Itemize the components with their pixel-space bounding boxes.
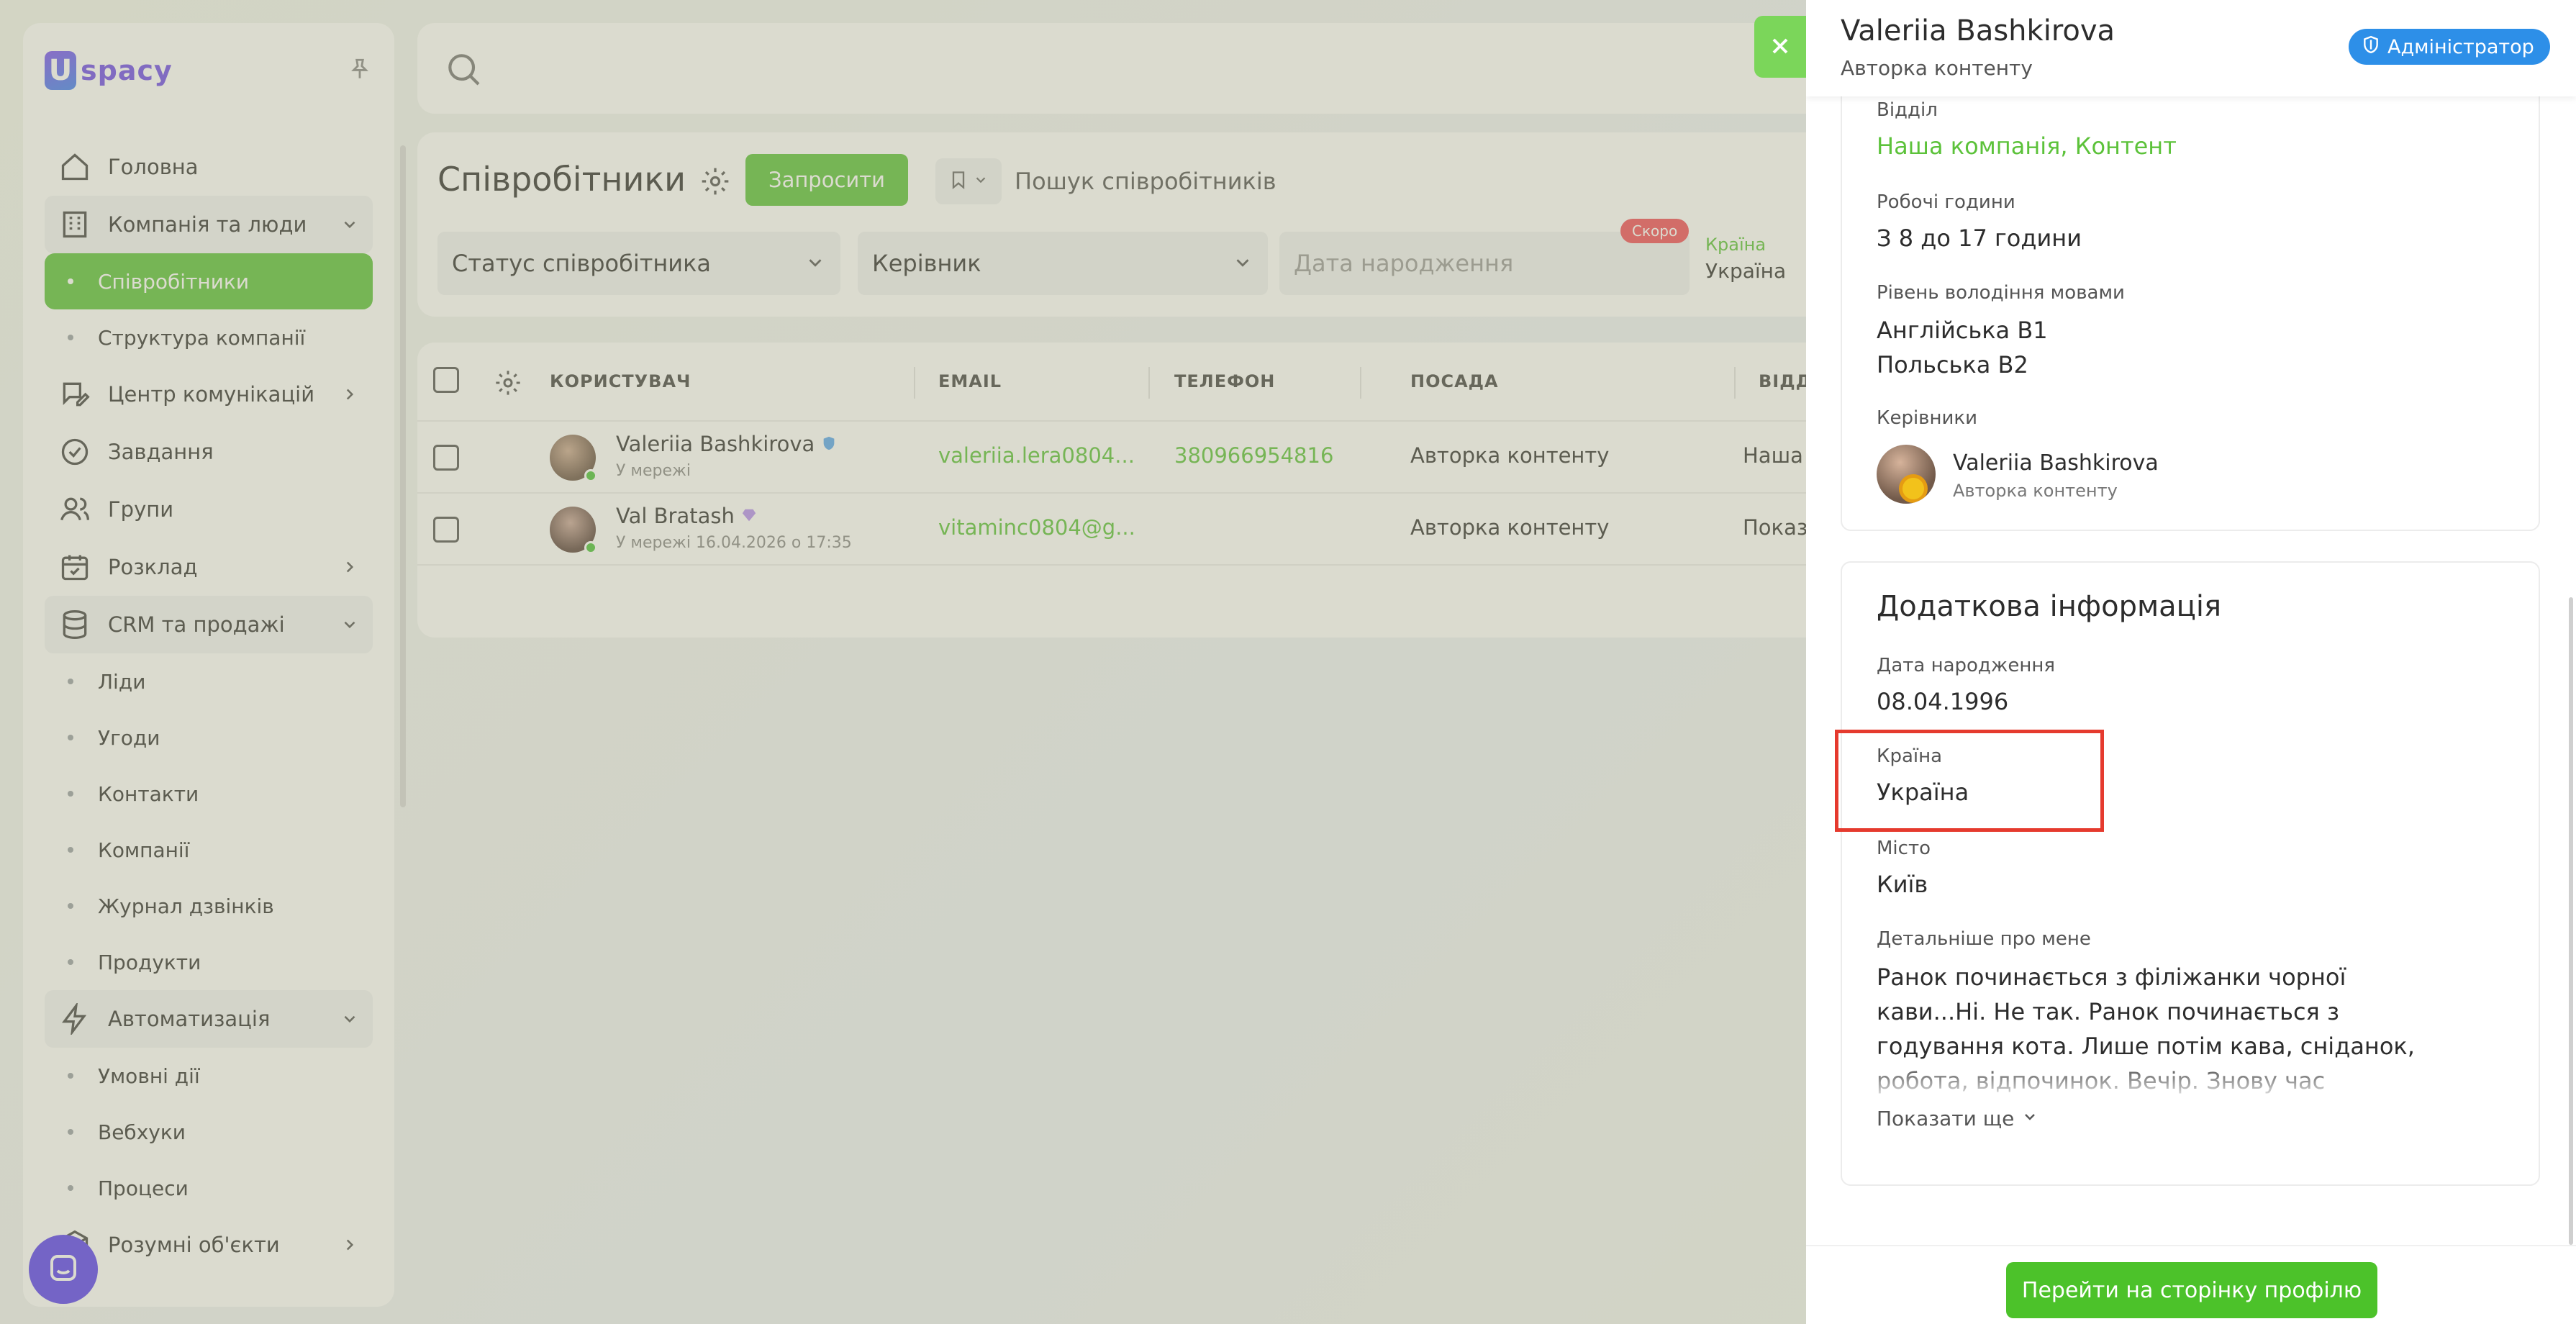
manager-avatar [1877,445,1936,504]
admin-badge-label: Адміністратор [2387,35,2534,58]
city-value: Київ [1877,871,1928,898]
manager-name: Valeriia Bashkirova [1953,450,2159,476]
hours-value: З 8 до 17 години [1877,225,2082,252]
go-to-profile-button[interactable]: Перейти на сторінку профілю [2006,1262,2377,1318]
hours-label: Робочі години [1877,191,2015,213]
profile-drawer: Valeriia Bashkirova Авторка контенту Адм… [1806,0,2576,1324]
close-drawer-button[interactable] [1754,16,1806,78]
managers-label: Керівники [1877,407,1978,429]
birthdate-value: 08.04.1996 [1877,688,2009,715]
drawer-footer: Перейти на сторінку профілю [1806,1245,2576,1324]
close-icon [1767,33,1793,61]
show-more-button[interactable]: Показати ще [1877,1107,2038,1130]
language-item: Англійська B1 [1877,317,2048,344]
department-label: Відділ [1877,99,1938,121]
drawer-header: Valeriia Bashkirova Авторка контенту Адм… [1806,0,2576,96]
language-item: Польська B2 [1877,351,2028,378]
manager-entry[interactable]: Valeriia Bashkirova Авторка контенту [1842,445,2274,509]
birthdate-label: Дата народження [1877,655,2055,676]
chevron-down-icon [2021,1107,2038,1130]
languages-label: Рівень володіння мовами [1877,282,2125,304]
profile-name: Valeriia Bashkirova [1841,14,2115,47]
city-label: Місто [1877,838,1931,859]
manager-role: Авторка контенту [1953,481,2118,501]
modal-overlay[interactable] [0,0,1806,1324]
section-title: Додаткова інформація [1877,590,2222,623]
shield-icon [2362,35,2380,59]
department-value[interactable]: Наша компанія, Контент [1877,132,2177,160]
admin-badge: Адміністратор [2349,29,2550,65]
extra-info-card: Додаткова інформація Дата народження 08.… [1841,561,2540,1186]
about-label: Детальніше про мене [1877,928,2091,950]
drawer-scrollbar[interactable] [2569,597,2573,1245]
highlight-box [1835,730,2104,832]
show-more-label: Показати ще [1877,1107,2015,1130]
sunflower-icon [1902,478,1924,499]
profile-role: Авторка контенту [1841,56,2033,80]
about-fade [1877,1059,2423,1102]
